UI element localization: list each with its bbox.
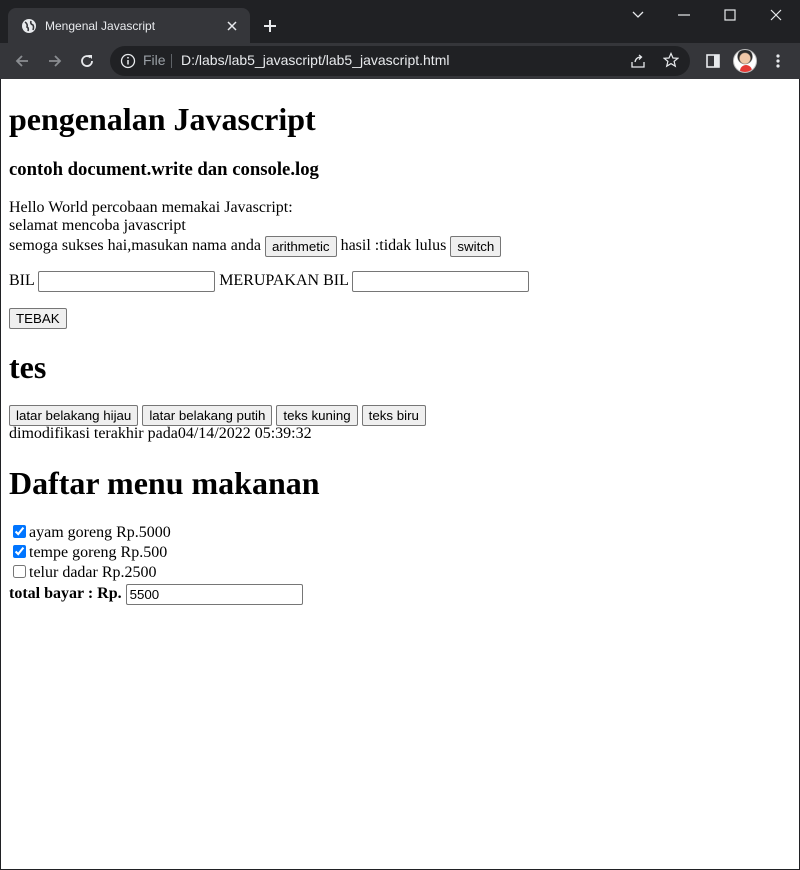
green-background-button[interactable]: latar belakang hijau xyxy=(9,404,139,426)
tebak-button[interactable]: TEBAK xyxy=(9,307,67,329)
new-tab-button[interactable] xyxy=(258,14,282,38)
minimize-button[interactable] xyxy=(661,0,707,30)
tab-title: Mengenal Javascript xyxy=(45,18,156,33)
forward-button[interactable] xyxy=(43,49,67,73)
white-background-button[interactable]: latar belakang putih xyxy=(142,404,273,426)
globe-icon xyxy=(22,18,36,33)
browser-tab[interactable]: Mengenal Javascript xyxy=(8,8,250,43)
tebak-row: TEBAK xyxy=(9,307,791,329)
merupakan-label: MERUPAKAN BIL xyxy=(219,272,349,289)
star-icon[interactable] xyxy=(663,52,679,68)
browser-titlebar: Mengenal Javascript xyxy=(0,0,800,43)
menu-heading: Daftar menu makanan xyxy=(9,465,320,501)
switch-button[interactable]: switch xyxy=(450,235,502,257)
maximize-button[interactable] xyxy=(707,0,753,30)
minimize-icon xyxy=(678,14,690,16)
hasil-text: hasil :tidak lulus xyxy=(340,237,447,254)
arrow-left-icon xyxy=(15,55,28,67)
url-text[interactable]: D:/labs/lab5_javascript/lab5_javascript.… xyxy=(181,52,449,68)
reload-button[interactable] xyxy=(75,49,99,73)
tab-search-button[interactable] xyxy=(615,0,661,30)
plus-icon xyxy=(264,20,276,32)
info-icon[interactable] xyxy=(120,53,136,69)
tes-heading: tes xyxy=(9,349,47,385)
subheading: contoh document.write dan console.log xyxy=(9,159,319,180)
bil-input[interactable] xyxy=(38,270,216,292)
total-input[interactable] xyxy=(125,583,303,605)
file-label: File xyxy=(143,52,166,68)
menu-item-label: ayam goreng Rp.5000 xyxy=(29,524,171,541)
semoga-text: semoga sukses hai,masukan nama anda xyxy=(9,237,261,254)
side-panel-icon xyxy=(706,54,720,68)
close-tab-icon[interactable] xyxy=(224,18,240,34)
share-icon[interactable] xyxy=(630,53,646,69)
kebab-menu-icon xyxy=(776,54,780,68)
arrow-right-icon xyxy=(49,55,62,67)
menu-item-checkbox[interactable] xyxy=(13,545,26,558)
close-icon xyxy=(770,9,782,21)
menu-button[interactable] xyxy=(766,49,790,73)
address-bar[interactable]: File D:/labs/lab5_javascript/lab5_javasc… xyxy=(110,46,690,76)
bil-label: BIL xyxy=(9,272,35,289)
selamat-line: selamat mencoba javascript xyxy=(9,217,186,234)
total-row: total bayar : Rp. xyxy=(9,583,791,605)
last-modified-text: dimodifikasi terakhir pada04/14/2022 05:… xyxy=(9,425,312,442)
menu-item-checkbox[interactable] xyxy=(13,525,26,538)
chevron-down-icon xyxy=(632,11,644,18)
back-button[interactable] xyxy=(10,49,34,73)
menu-item: telur dadar Rp.2500 xyxy=(9,563,791,583)
total-label: total bayar : Rp. xyxy=(9,585,122,602)
profile-avatar[interactable] xyxy=(733,49,757,73)
address-separator xyxy=(171,54,172,68)
yellow-text-button[interactable]: teks kuning xyxy=(276,404,358,426)
menu-item: tempe goreng Rp.500 xyxy=(9,543,791,563)
bil-form: BIL MERUPAKAN BIL xyxy=(9,270,791,292)
reload-icon xyxy=(81,55,93,67)
page-title: pengenalan Javascript xyxy=(9,101,316,137)
maximize-icon xyxy=(724,9,736,21)
merupakan-input[interactable] xyxy=(352,270,530,292)
menu-item-checkbox[interactable] xyxy=(13,565,26,578)
browser-toolbar: File D:/labs/lab5_javascript/lab5_javasc… xyxy=(0,43,800,79)
hello-line: Hello World percobaan memakai Javascript… xyxy=(9,199,293,216)
close-window-button[interactable] xyxy=(753,0,799,30)
color-buttons: latar belakang hijau latar belakang puti… xyxy=(9,404,791,426)
menu-item: ayam goreng Rp.5000 xyxy=(9,523,791,543)
blue-text-button[interactable]: teks biru xyxy=(361,404,426,426)
arithmetic-button[interactable]: arithmetic xyxy=(264,235,337,257)
menu-item-label: telur dadar Rp.2500 xyxy=(29,564,157,581)
menu-item-label: tempe goreng Rp.500 xyxy=(29,544,168,561)
semoga-line: semoga sukses hai,masukan nama anda arit… xyxy=(9,235,791,257)
page-content: pengenalan Javascript contoh document.wr… xyxy=(1,79,799,869)
side-panel-button[interactable] xyxy=(701,49,725,73)
